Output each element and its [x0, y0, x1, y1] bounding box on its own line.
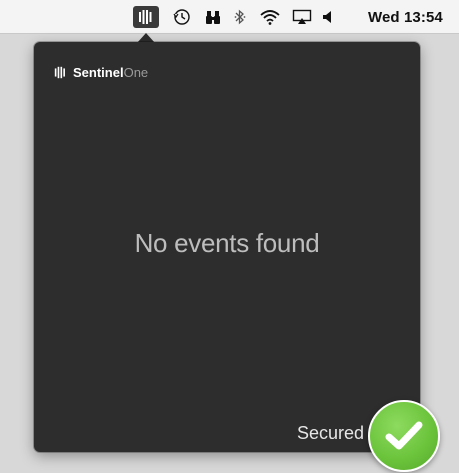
brand-name: SentinelOne — [73, 65, 148, 80]
checkmark-icon — [385, 421, 423, 450]
sentinelone-menu-extra[interactable] — [133, 6, 159, 28]
binoculars-icon — [206, 11, 220, 24]
menu-bar-clock[interactable]: Wed 13:54 — [368, 5, 459, 29]
wifi-menu-extra[interactable] — [258, 5, 282, 29]
bluetooth-icon — [234, 9, 246, 25]
binoculars-menu-extra[interactable] — [203, 5, 223, 29]
brand-name-bold: Sentinel — [73, 65, 124, 80]
airplay-icon — [292, 9, 312, 24]
bluetooth-menu-extra[interactable] — [231, 5, 249, 29]
time-machine-menu-extra[interactable] — [170, 5, 194, 29]
time-machine-icon — [173, 9, 190, 25]
empty-state-message: No events found — [134, 228, 320, 258]
screen: Wed 13:54 SentinelOne No events found Se… — [0, 0, 459, 473]
secured-status-badge[interactable] — [368, 400, 440, 472]
volume-icon — [323, 11, 331, 23]
brand-logo: SentinelOne — [54, 65, 148, 80]
protection-status-label: Secured — [296, 423, 364, 443]
sentinelone-icon — [139, 10, 152, 24]
wifi-icon — [260, 10, 280, 25]
brand-name-light: One — [123, 65, 149, 80]
airplay-menu-extra[interactable] — [290, 5, 314, 29]
volume-menu-extra[interactable] — [319, 5, 337, 29]
sentinelone-popover: SentinelOne No events found Secured — [34, 42, 420, 452]
menu-bar: Wed 13:54 — [0, 0, 459, 34]
sentinelone-icon — [54, 66, 65, 79]
